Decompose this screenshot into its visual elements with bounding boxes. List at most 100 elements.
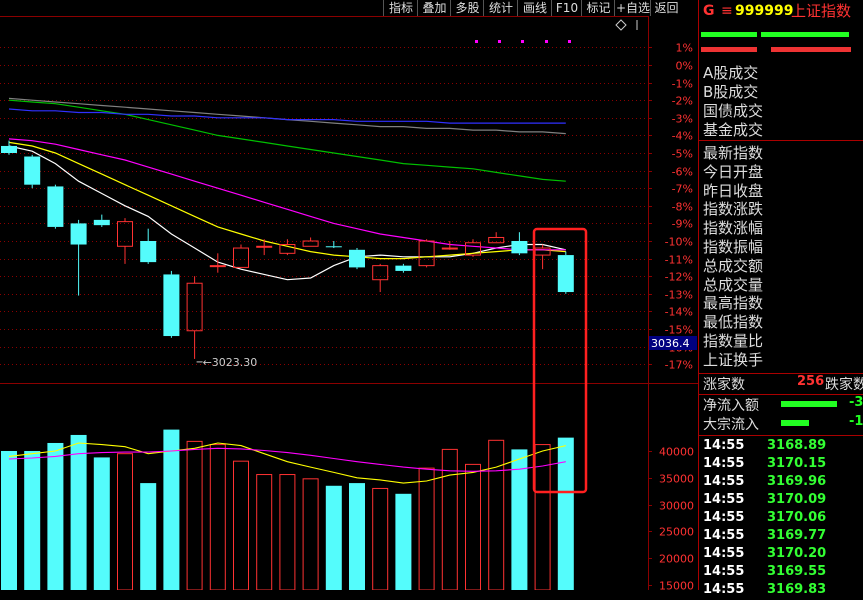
volume-ma5-line xyxy=(8,442,566,484)
tick-time: 14:55 xyxy=(703,564,745,579)
candle-body xyxy=(70,223,87,245)
candle-body xyxy=(511,241,528,254)
volume-bar xyxy=(233,460,249,590)
tick-row[interactable]: 14:55 3168.89 xyxy=(703,438,863,456)
volume-bar xyxy=(163,429,180,590)
tick-price: 3170.06 xyxy=(767,510,827,525)
volume-bar xyxy=(511,449,528,590)
volume-bar xyxy=(349,483,365,590)
candle-body xyxy=(441,247,458,250)
tick-price: 3169.55 xyxy=(767,564,827,579)
candle-body xyxy=(395,265,412,271)
toolbar: 指标 叠加 多股 统计 画线 F10 标记 +自选 返回 xyxy=(0,0,697,16)
volume-bar xyxy=(47,442,64,590)
net-inflow-value: -3 xyxy=(849,395,863,410)
tick-time: 14:55 xyxy=(703,546,745,561)
volume-bar xyxy=(372,487,389,590)
tick-time: 14:55 xyxy=(703,438,745,453)
marker-dot xyxy=(568,40,571,43)
moving-average-lines xyxy=(8,97,566,281)
volume-label-1: B股成交 xyxy=(703,83,759,101)
volume-tick-label: 30000 xyxy=(659,500,694,513)
price-tick-label: -2% xyxy=(672,95,693,108)
toolbar-button-4[interactable]: 画线 xyxy=(517,0,552,16)
block-inflow-value: -1 xyxy=(849,414,863,429)
candle-body xyxy=(24,156,41,185)
toolbar-button-3[interactable]: 统计 xyxy=(483,0,518,16)
toolbar-button-6[interactable]: 标记 xyxy=(581,0,615,16)
price-tick-label: 0% xyxy=(676,60,693,73)
candle-body xyxy=(534,247,551,256)
toolbar-button-8[interactable]: 返回 xyxy=(650,0,682,16)
volume-bar xyxy=(418,467,435,590)
price-tick-label: -8% xyxy=(672,201,693,214)
price-tick-label: -10% xyxy=(665,236,693,249)
fund-flow: 净流入额 -3 大宗流入 -1 xyxy=(699,395,863,436)
mode-letter: G xyxy=(703,3,715,19)
tick-time: 14:55 xyxy=(703,528,745,543)
tick-row[interactable]: 14:55 3169.55 xyxy=(703,564,863,582)
ma250-line xyxy=(8,108,566,124)
price-tick-label: -13% xyxy=(665,289,693,302)
price-tick-label: -5% xyxy=(672,148,693,161)
volume-bar xyxy=(186,440,203,590)
volume-bar xyxy=(302,478,319,590)
tick-row[interactable]: 14:55 3170.09 xyxy=(703,492,863,510)
tick-time: 14:55 xyxy=(703,510,745,525)
volume-tick-label: 15000 xyxy=(659,580,694,591)
price-axis: 1% 0% -1% -2% -3% -4% -5% -6% -7% -8% -9% -10% -11% -… xyxy=(649,42,697,372)
fall-count-label: 跌家数 xyxy=(825,377,863,393)
rise-count-label: 涨家数 xyxy=(703,377,745,393)
bid-ask-bars xyxy=(701,32,861,56)
tick-price: 3169.77 xyxy=(767,528,827,543)
tick-row[interactable]: 14:55 3170.15 xyxy=(703,456,863,474)
ma120-line xyxy=(8,97,566,135)
candle-body xyxy=(418,240,435,267)
candle-body xyxy=(163,274,180,337)
volume-bar xyxy=(465,463,481,590)
volume-bar xyxy=(117,453,133,590)
price-tick-label: -17% xyxy=(665,359,693,372)
diamond-icon xyxy=(615,19,627,31)
toolbar-button-7[interactable]: +自选 xyxy=(614,0,651,16)
candlestick-chart[interactable]: 1% 0% -1% -2% -3% -4% -5% -6% -7% -8% -9% -10% -11% -… xyxy=(0,0,698,590)
stock-code: 999999 xyxy=(735,3,794,19)
price-tick-label: 1% xyxy=(676,42,693,55)
code-prefix: ≡ xyxy=(721,3,733,19)
volume-label-0: A股成交 xyxy=(703,64,759,82)
ma20-line xyxy=(8,138,566,251)
tick-row[interactable]: 14:55 3169.96 xyxy=(703,474,863,492)
toolbar-button-2[interactable]: 多股 xyxy=(450,0,484,16)
volume-bar xyxy=(279,474,296,590)
candle-body xyxy=(349,249,365,268)
volume-ma-lines xyxy=(8,442,566,484)
tick-price: 3170.15 xyxy=(767,456,827,471)
candle-body xyxy=(302,240,319,247)
tick-row[interactable]: 14:55 3170.20 xyxy=(703,546,863,564)
candle-body xyxy=(557,255,574,293)
tick-row[interactable]: 14:55 3170.06 xyxy=(703,510,863,528)
toolbar-button-5[interactable]: F10 xyxy=(551,0,582,16)
stock-name: 上证指数 xyxy=(791,2,852,20)
toolbar-button-1[interactable]: 叠加 xyxy=(417,0,451,16)
toolbar-button-0[interactable]: 指标 xyxy=(383,0,418,16)
marker-dot xyxy=(521,40,524,43)
candle-body xyxy=(325,246,342,248)
volume-ma20-line xyxy=(8,447,566,472)
current-price-label: 3036.4 xyxy=(651,337,690,350)
price-tick-label: -6% xyxy=(672,166,693,179)
price-tick-label: -14% xyxy=(665,306,693,319)
index-label-11: 上证换手 xyxy=(703,350,764,369)
volume-tick-label: 25000 xyxy=(659,526,694,539)
tick-row[interactable]: 14:55 3169.83 xyxy=(703,582,863,600)
tick-row[interactable]: 14:55 3169.77 xyxy=(703,528,863,546)
candle-body xyxy=(47,186,64,227)
side-divider xyxy=(699,140,863,141)
volume-tick-label: 35000 xyxy=(659,473,694,486)
quote-header: G ≡ 999999 上证指数 xyxy=(699,0,863,22)
net-inflow-label: 净流入额 xyxy=(703,398,759,414)
price-tick-label: -11% xyxy=(665,254,693,267)
volume-bar xyxy=(488,439,505,590)
tick-price: 3170.20 xyxy=(767,546,827,561)
volume-bar xyxy=(395,493,412,590)
